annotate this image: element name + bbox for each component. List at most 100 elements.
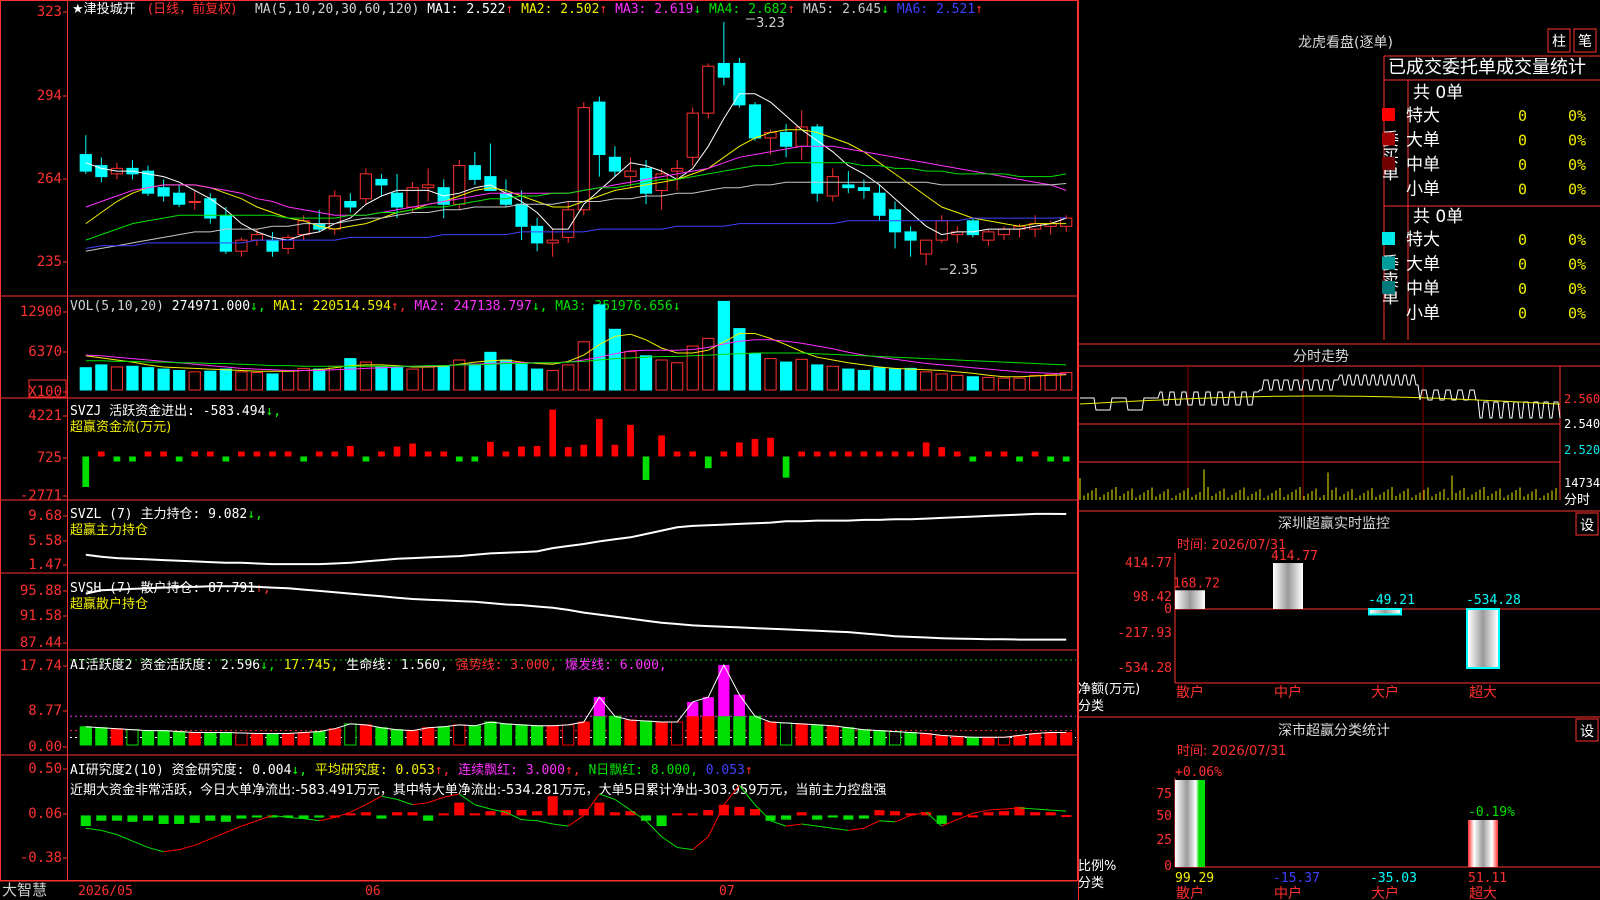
ai-research-line-seg-29 xyxy=(521,819,538,822)
hdr-vol-part-3: MA1: 220514.594 xyxy=(274,299,392,314)
volume-bar-13 xyxy=(281,370,295,391)
buy-row-pct-0: 0% xyxy=(1568,107,1586,125)
vol_axis-label-1: 6370 xyxy=(28,344,62,360)
ai-research-bar-50 xyxy=(858,815,869,819)
fund-flow-bar-25 xyxy=(471,456,479,462)
realtime-monitor-panel[interactable]: 深圳超赢实时监控 设 时间: 2026/07/31 414.7798.420-2… xyxy=(1078,510,1600,714)
hdr-ai1-part-5: 爆发线: 6.000, xyxy=(565,657,667,673)
ai-activity-bar-54 xyxy=(920,733,933,746)
ai-activity-bar-7 xyxy=(188,732,201,746)
fund-flow-bar-1 xyxy=(97,451,105,457)
ai-research-line-seg-45 xyxy=(770,820,787,827)
main-chart-area[interactable]: ★津投城开 (日线，前复权) MA(5,10,20,30,60,120) MA1… xyxy=(0,0,1078,900)
ai-activity-bar-2 xyxy=(110,728,124,746)
hdr-price-part-4: ↑ xyxy=(599,2,615,17)
classification-stats-panel[interactable]: 深市超赢分类统计 设 时间: 2026/07/31 75 50 25 0 +0.06% -… xyxy=(1078,716,1600,900)
fund-flow-bar-24 xyxy=(455,456,463,462)
volume-bar-61 xyxy=(1028,374,1042,391)
volume-bar-58 xyxy=(982,376,995,391)
volume-bar-46 xyxy=(795,358,808,391)
candle-body-49 xyxy=(842,184,855,189)
ai-activity-bar-48 xyxy=(826,725,839,746)
ai-research-bar-51 xyxy=(874,810,885,816)
ai-activity-burst-42 xyxy=(733,694,746,717)
volume-legend: VOL(5,10,20) 274971.000↓, MA1: 220514.59… xyxy=(70,299,681,314)
fund-flow-bar-7 xyxy=(191,451,199,457)
main-position-panel[interactable]: SVZL (7) 主力持仓: 9.082↓, 超赢主力持仓 xyxy=(70,507,1067,566)
svsh_axis-label-0: 95.88 xyxy=(20,583,62,599)
fund-flow-bar-37 xyxy=(658,435,665,457)
ai-activity-bar-38 xyxy=(671,721,684,746)
fund-flow-bar-44 xyxy=(767,437,774,457)
ai-research-bar-0 xyxy=(80,815,91,827)
fund-flow-bar-40 xyxy=(704,456,712,469)
ai-research-line-seg-10 xyxy=(225,825,242,833)
stats-cat-1: 中户 xyxy=(1274,885,1302,900)
candle-body-19 xyxy=(375,178,388,186)
date-label-jun: 06 xyxy=(365,884,381,899)
svsh_axis-label-1: 91.58 xyxy=(20,608,62,624)
ai-research-bar-37 xyxy=(656,815,667,827)
volume-bar-47 xyxy=(811,364,824,391)
ai-activity-bar-6 xyxy=(173,731,186,746)
fund-flow-bar-63 xyxy=(1062,456,1070,462)
monitor-value-0: 168.72 xyxy=(1173,576,1220,591)
fund-flow-bar-41 xyxy=(720,451,728,457)
fund-flow-bar-27 xyxy=(502,451,510,457)
hdr-ai2-part-2: 平均研究度: 0.053 xyxy=(315,762,435,778)
fund-flow-bar-8 xyxy=(206,451,214,457)
fund-flow-bar-45 xyxy=(782,456,790,478)
brand-label: 大智慧 xyxy=(2,881,47,899)
ai-research-line-seg-26 xyxy=(474,804,491,810)
fund-flow-panel[interactable]: SVZJ 活跃资金进出: -583.494↓, 超赢资金流(万元) xyxy=(70,403,1070,487)
ai-research-line-seg-30 xyxy=(536,820,553,825)
ai-research-bar-42 xyxy=(734,806,745,816)
hdr-price-part-3: MA2: 2.502 xyxy=(521,2,599,17)
ai-activity-bar-31 xyxy=(562,724,575,746)
candle-body-41 xyxy=(717,62,730,78)
price-panel[interactable]: ★津投城开 (日线，前复权) MA(5,10,20,30,60,120) MA1… xyxy=(72,1,1073,278)
volume-bar-57 xyxy=(966,376,979,391)
price_axis-label-1: 294 xyxy=(37,88,62,104)
hdr-svzj-part-1: ↓, xyxy=(265,404,281,419)
ai-research-bar-38 xyxy=(672,813,683,816)
ai-research-line-seg-41 xyxy=(707,804,725,837)
fund-flow-bar-19 xyxy=(378,451,385,457)
ai-research-bar-29 xyxy=(532,811,543,816)
fund-flow-legend: SVZJ 活跃资金进出: -583.494↓, xyxy=(70,403,281,419)
stats-chart: 75 50 25 0 +0.06% -0.19% 99.29散户 -15.37中户 -35.03… xyxy=(1156,765,1600,900)
volume-panel[interactable]: VOL(5,10,20) 274971.000↓, MA1: 220514.59… xyxy=(70,299,1073,391)
volume-bar-54 xyxy=(920,371,933,391)
candle-body-40 xyxy=(702,65,715,114)
stock-name: ★津投城开 xyxy=(72,1,136,17)
ai-activity-bar-11 xyxy=(250,733,264,746)
ai-research-bar-6 xyxy=(174,815,185,824)
ai-activity-bar-9 xyxy=(219,732,232,746)
ai-research-bar-24 xyxy=(454,802,465,816)
candlesticks[interactable] xyxy=(79,22,1073,265)
ai-research-panel[interactable]: AI研究度2(10) 资金研究度: 0.004↓, 平均研究度: 0.053↑,… xyxy=(70,762,1072,853)
buy-row-count-1: 0 xyxy=(1518,132,1527,150)
fund-flow-bars xyxy=(82,409,1070,487)
ai-activity-bar-61 xyxy=(1028,733,1042,746)
intraday-panel[interactable]: 分时走势 2.560 2.540 2.520 14734 分时 xyxy=(1078,343,1600,508)
volume-bar-10 xyxy=(235,371,248,391)
retail-position-panel[interactable]: SVSH (7) 散户持仓: 87.791↑, 超赢散户持仓 xyxy=(70,580,1067,641)
volume-bar-42 xyxy=(733,328,746,391)
ai-activity-bar-32 xyxy=(577,721,590,746)
fund-flow-bar-57 xyxy=(969,456,977,462)
ai-activity-panel[interactable]: AI活跃度2 资金活跃度: 2.596↓, 17.745, 生命线: 1.560… xyxy=(70,657,1076,746)
fund-flow-bar-62 xyxy=(1047,456,1055,462)
ai-activity-bar-8 xyxy=(204,732,217,746)
sell-row-swatch-1 xyxy=(1382,256,1395,270)
hdr-price-part-6: ↓ xyxy=(693,2,709,17)
monitor-xlabel: 分类 xyxy=(1078,699,1104,714)
ai-research-bar-20 xyxy=(391,812,403,816)
ai-activity-bar-36 xyxy=(639,720,653,746)
ai2_axis-label-0: 0.50 xyxy=(28,761,62,777)
sell-row-pct-3: 0% xyxy=(1568,305,1586,323)
buy-row-pct-1: 0% xyxy=(1568,132,1586,150)
ai-activity-bar-58 xyxy=(982,736,995,746)
ai-research-bar-28 xyxy=(516,810,527,816)
hdr-price-part-5: MA3: 2.619 xyxy=(615,2,693,17)
